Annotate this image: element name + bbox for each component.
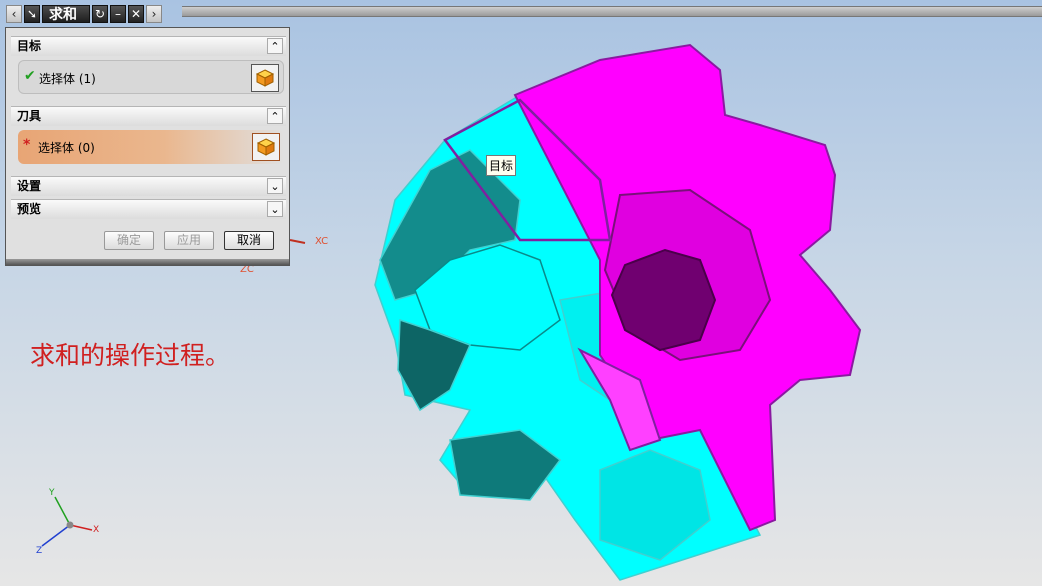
expand-down-icon[interactable]: ⌄ <box>267 201 283 217</box>
section-preview-title: 预览 <box>17 202 42 216</box>
cube-icon <box>256 138 276 156</box>
check-icon: ✔ <box>24 68 36 84</box>
expand-down-icon[interactable]: ⌄ <box>267 178 283 194</box>
cube-icon <box>255 69 275 87</box>
select-body-target-button[interactable] <box>251 64 279 92</box>
asterisk-icon: * <box>23 137 31 153</box>
select-body-tool-button[interactable] <box>252 133 280 161</box>
triad-y-label: Y <box>49 488 55 498</box>
target-select-label: 选择体 (1) <box>39 72 96 86</box>
section-target-header[interactable]: 目标 ⌃ <box>11 36 286 56</box>
collapse-up-icon[interactable]: ⌃ <box>267 38 283 54</box>
section-tool-header[interactable]: 刀具 ⌃ <box>11 106 286 126</box>
wcs-xc-label: XC <box>315 236 329 247</box>
ok-button[interactable]: 确定 <box>104 231 154 250</box>
section-settings-title: 设置 <box>17 179 42 193</box>
tool-select-row[interactable]: * 选择体 (0) <box>18 130 284 164</box>
cancel-button[interactable]: 取消 <box>224 231 274 250</box>
unite-dialog: 目标 ⌃ ✔ 选择体 (1) 刀具 ⌃ * 选择体 (0) 设置 ⌄ 预览 ⌄ … <box>5 27 290 266</box>
view-triad <box>41 496 93 547</box>
section-preview-header[interactable]: 预览 ⌄ <box>11 199 286 219</box>
wcs-x-axis <box>289 239 306 244</box>
target-select-row[interactable]: ✔ 选择体 (1) <box>18 60 284 94</box>
triad-z-label: Z <box>36 546 43 556</box>
annotation-text: 求和的操作过程。 <box>30 341 231 370</box>
section-target-title: 目标 <box>17 39 42 53</box>
dialog-bottom-edge <box>6 259 289 265</box>
collapse-up-icon[interactable]: ⌃ <box>267 108 283 124</box>
section-tool-title: 刀具 <box>17 109 42 123</box>
selection-tooltip: 目标 <box>486 155 517 176</box>
tool-select-label: 选择体 (0) <box>38 141 95 155</box>
apply-button[interactable]: 应用 <box>164 231 214 250</box>
section-settings-header[interactable]: 设置 ⌄ <box>11 176 286 196</box>
triad-x-label: X <box>93 525 100 535</box>
